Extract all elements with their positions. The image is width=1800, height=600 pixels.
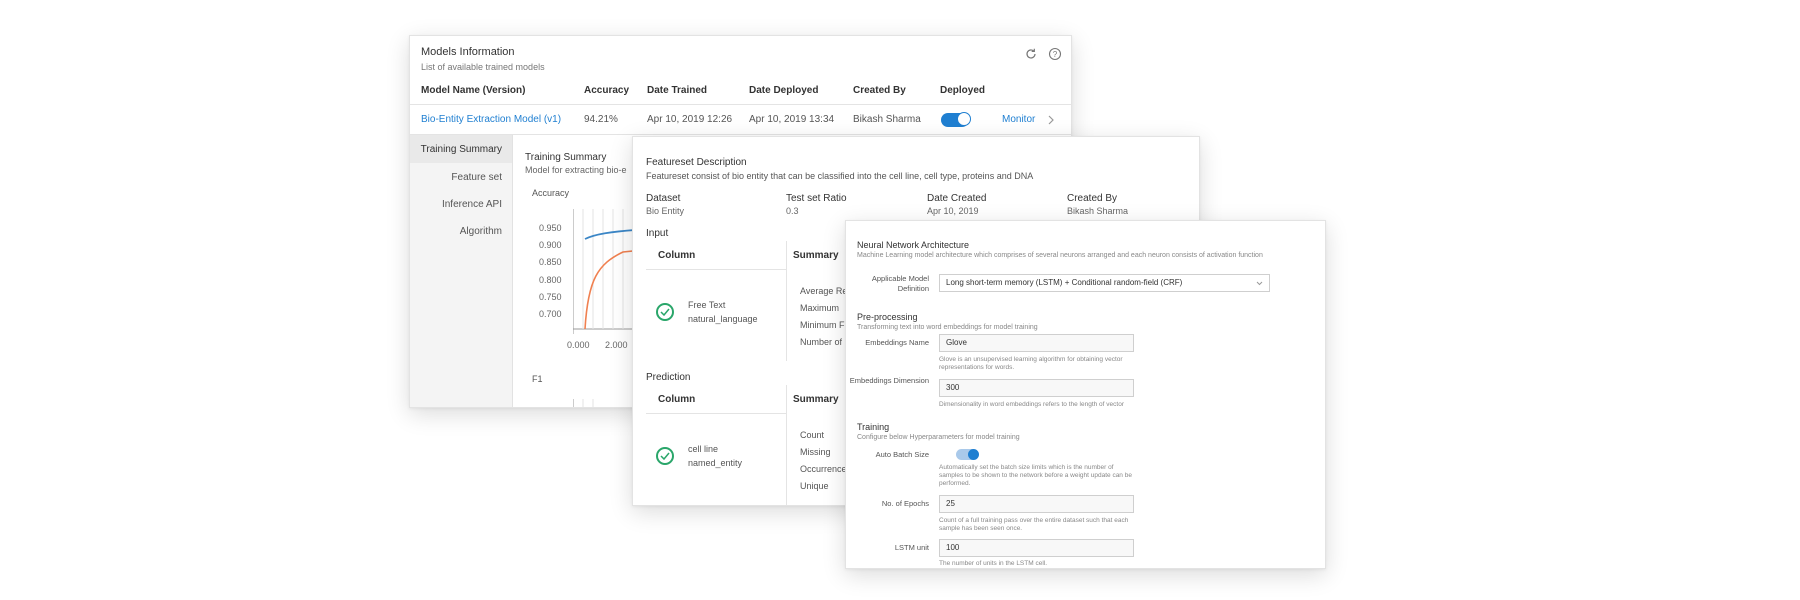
x-tick: 2.000	[605, 340, 628, 350]
embeddings-dim-help: Dimensionality in word embeddings refers…	[939, 401, 1124, 408]
meta-dataset-value: Bio Entity	[646, 206, 685, 216]
y-tick: 0.900	[539, 240, 562, 250]
network-architecture-card: Neural Network Architecture Machine Lear…	[845, 220, 1326, 569]
col-date-trained[interactable]: Date Trained	[647, 85, 707, 96]
sidebar-item-feature-set[interactable]: Feature set	[451, 172, 502, 183]
y-tick: 0.850	[539, 257, 562, 267]
epochs-label: No. of Epochs	[881, 499, 929, 508]
prediction-col-divider	[786, 385, 787, 505]
col-date-deployed[interactable]: Date Deployed	[749, 85, 818, 96]
prediction-col-header: Column	[658, 394, 696, 405]
y-tick: 0.950	[539, 223, 562, 233]
input-col-divider	[786, 241, 787, 361]
auto-batch-help: Automatically set the batch size limits …	[939, 464, 1132, 487]
col-created-by[interactable]: Created By	[853, 85, 906, 96]
prediction-heading: Prediction	[646, 372, 691, 383]
model-def-label: Applicable Model Definition	[871, 274, 929, 293]
deployed-toggle[interactable]	[941, 112, 971, 127]
lstm-unit-help: The number of units in the LSTM cell.	[939, 560, 1048, 567]
input-column-name: Free Text	[688, 300, 726, 310]
y-tick: 0.800	[539, 275, 562, 285]
detail-sidebar: Training Summary Feature set Inference A…	[410, 135, 513, 407]
col-deployed[interactable]: Deployed	[940, 85, 985, 96]
model-name-link[interactable]: Bio-Entity Extraction Model (v1)	[421, 114, 561, 125]
training-summary-subtitle: Model for extracting bio-e	[525, 165, 627, 175]
featureset-title: Featureset Description	[646, 157, 747, 168]
col-accuracy[interactable]: Accuracy	[584, 85, 629, 96]
accuracy-chart-label: Accuracy	[532, 188, 570, 198]
accuracy-value: 94.21%	[584, 114, 618, 125]
prediction-column-name: cell line	[688, 444, 719, 454]
input-heading: Input	[646, 228, 669, 239]
epochs-help: Count of a full training pass over the e…	[939, 517, 1129, 532]
lstm-unit-input[interactable]: 100	[939, 539, 1134, 557]
epochs-input[interactable]: 25	[939, 495, 1134, 513]
refresh-icon[interactable]	[1024, 47, 1038, 61]
f1-chart-label: F1	[532, 374, 543, 384]
input-header-divider	[646, 269, 786, 270]
meta-date-value: Apr 10, 2019	[927, 206, 979, 216]
sidebar-item-inference-api[interactable]: Inference API	[442, 199, 502, 210]
training-title: Training	[857, 422, 890, 432]
monitor-link[interactable]: Monitor	[1002, 114, 1035, 125]
featureset-subtitle: Featureset consist of bio entity that ca…	[646, 171, 1034, 181]
sidebar-item-algorithm[interactable]: Algorithm	[460, 226, 502, 237]
created-by-value: Bikash Sharma	[853, 114, 921, 125]
chevron-down-icon	[1256, 281, 1263, 286]
embeddings-name-input[interactable]: Glove	[939, 334, 1134, 352]
prediction-stat: Occurrence	[800, 464, 847, 474]
preprocessing-subtitle: Transforming text into word embeddings f…	[857, 324, 1038, 331]
meta-date-label: Date Created	[927, 193, 987, 204]
meta-ratio-label: Test set Ratio	[786, 193, 847, 204]
sidebar-item-training-summary[interactable]: Training Summary	[421, 144, 502, 155]
input-col-header: Column	[658, 250, 696, 261]
chevron-right-icon[interactable]	[1047, 115, 1055, 125]
prediction-column-type: named_entity	[688, 458, 743, 468]
preprocessing-title: Pre-processing	[857, 312, 918, 322]
embeddings-dim-label: Embeddings Dimension	[849, 376, 929, 385]
input-stat: Number of	[800, 337, 843, 347]
network-subtitle: Machine Learning model architecture whic…	[857, 252, 1263, 259]
embeddings-name-label: Embeddings Name	[865, 338, 929, 347]
prediction-stat: Count	[800, 430, 825, 440]
prediction-header-divider	[646, 413, 786, 414]
y-tick: 0.750	[539, 292, 562, 302]
meta-creator-value: Bikash Sharma	[1067, 206, 1129, 216]
model-def-select[interactable]: Long short-term memory (LSTM) + Conditio…	[939, 274, 1270, 292]
embeddings-dim-input[interactable]: 300	[939, 379, 1134, 397]
prediction-stat: Unique	[800, 481, 829, 491]
training-subtitle: Configure below Hyperparameters for mode…	[857, 434, 1020, 441]
x-tick: 0.000	[567, 340, 590, 350]
embeddings-name-help: Glove is an unsupervised learning algori…	[939, 356, 1123, 371]
input-summary-header: Summary	[793, 250, 839, 261]
col-model-name[interactable]: Model Name (Version)	[421, 85, 525, 96]
models-title: Models Information	[421, 46, 515, 58]
input-stat: Average Re	[800, 286, 848, 296]
meta-dataset-label: Dataset	[646, 193, 681, 204]
lstm-unit-label: LSTM unit	[894, 543, 929, 552]
network-title: Neural Network Architecture	[857, 240, 970, 250]
model-def-value: Long short-term memory (LSTM) + Conditio…	[946, 278, 1183, 287]
input-check-icon	[656, 303, 674, 321]
y-tick: 0.700	[539, 309, 562, 319]
input-stat: Minimum F	[800, 320, 845, 330]
prediction-check-icon	[656, 447, 674, 465]
prediction-stat: Missing	[800, 447, 831, 457]
prediction-summary-header: Summary	[793, 394, 839, 405]
date-trained-value: Apr 10, 2019 12:26	[647, 114, 733, 125]
svg-text:?: ?	[1053, 50, 1058, 59]
training-summary-title: Training Summary	[525, 152, 607, 163]
input-column-type: natural_language	[688, 314, 758, 324]
meta-creator-label: Created By	[1067, 193, 1118, 204]
help-icon[interactable]: ?	[1048, 47, 1062, 61]
date-deployed-value: Apr 10, 2019 13:34	[749, 114, 835, 125]
models-subtitle: List of available trained models	[421, 62, 545, 72]
auto-batch-toggle[interactable]	[956, 449, 979, 460]
meta-ratio-value: 0.3	[786, 206, 799, 216]
header-divider	[410, 104, 1071, 105]
auto-batch-label: Auto Batch Size	[875, 450, 929, 459]
input-stat: Maximum	[800, 303, 840, 313]
